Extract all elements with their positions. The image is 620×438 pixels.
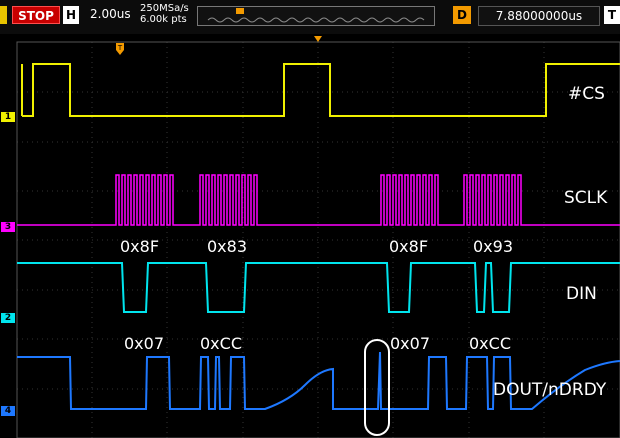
dout-decode-3: 0x07 [390, 334, 431, 353]
ch2-label: DIN [566, 284, 597, 304]
ch1-ground-marker[interactable]: 1 [1, 112, 15, 122]
ch3-label: SCLK [564, 188, 608, 208]
din-decode-2: 0x83 [207, 237, 248, 256]
ch4-ground-marker[interactable]: 4 [1, 406, 15, 416]
din-decode-3: 0x8F [389, 237, 429, 256]
waveform-display: T [16, 36, 620, 438]
ch2-ground-marker[interactable]: 2 [1, 313, 15, 323]
ch3-ground-marker[interactable]: 3 [1, 222, 15, 232]
dout-decode-1: 0x07 [124, 334, 165, 353]
dout-decode-4: 0xCC [469, 334, 511, 353]
ch4-label: DOUT/nDRDY [493, 380, 607, 400]
svg-text:T: T [117, 44, 123, 52]
din-decode-1: 0x8F [120, 237, 160, 256]
ch1-waveform [22, 63, 620, 117]
graticule [17, 42, 620, 438]
dout-decode-2: 0xCC [200, 334, 242, 353]
ch1-label: #CS [568, 84, 605, 104]
highlight-outline [364, 339, 390, 436]
din-decode-4: 0x93 [473, 237, 514, 256]
center-marker [314, 36, 322, 42]
